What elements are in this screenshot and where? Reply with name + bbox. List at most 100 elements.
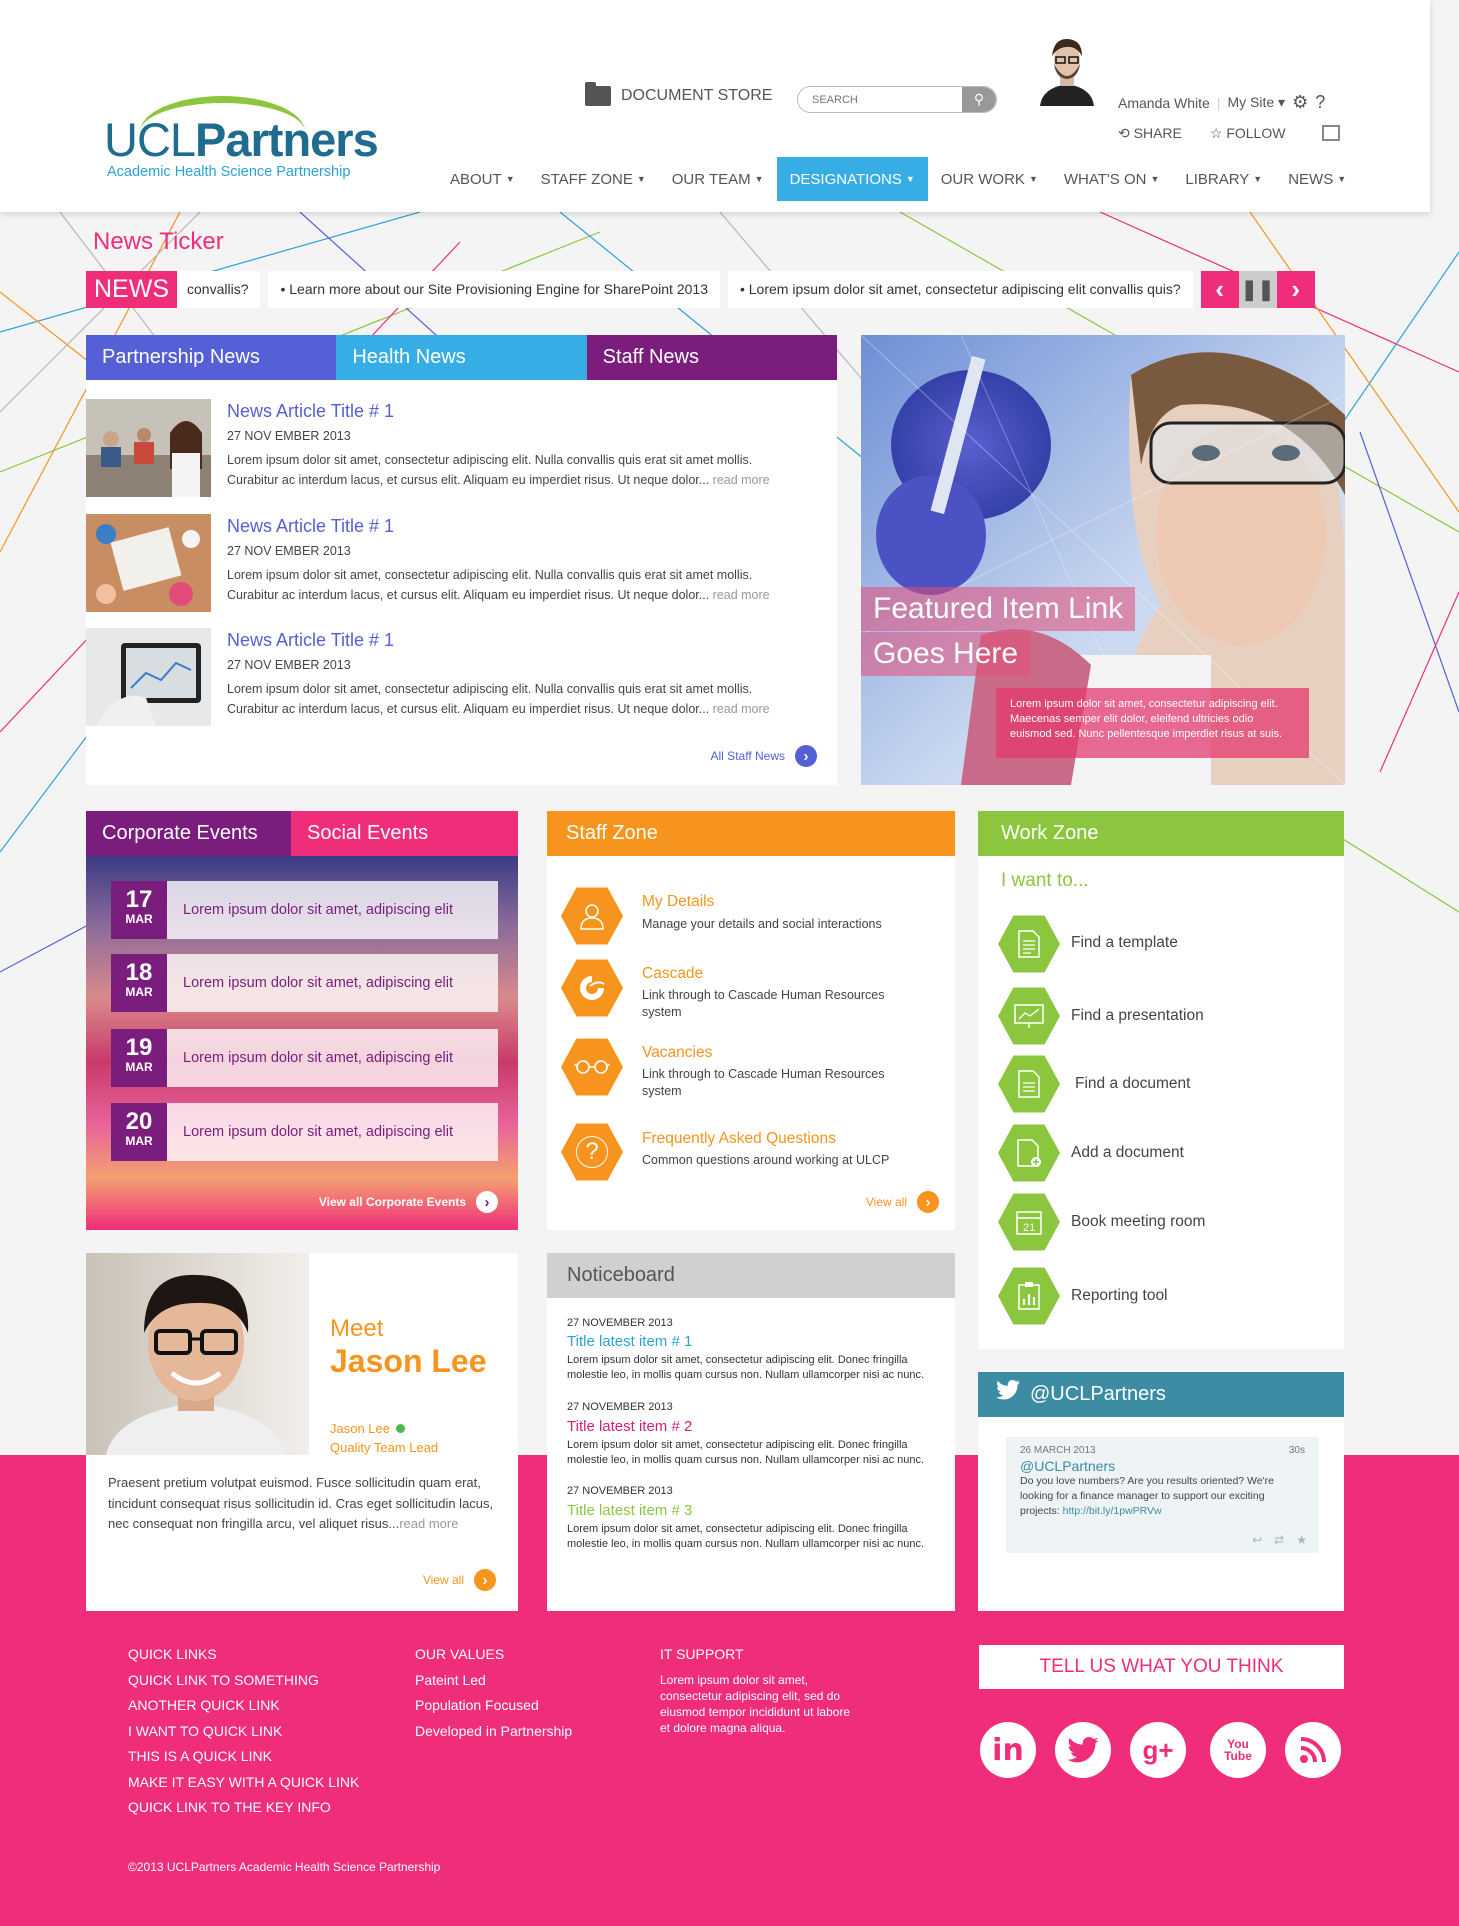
nav-item-about[interactable]: ABOUT ▼ <box>437 157 528 201</box>
ticker-item[interactable]: • Lorem ipsum dolor sit amet, consectetu… <box>727 271 1193 308</box>
news-ticker-title: News Ticker <box>93 228 224 255</box>
notice-title[interactable]: Title latest item # 3 <box>567 1502 692 1519</box>
search-input[interactable] <box>798 87 958 112</box>
my-site-dropdown[interactable]: My Site ▾ <box>1227 94 1285 111</box>
footer-link[interactable]: THIS IS A QUICK LINK <box>128 1744 359 1770</box>
nav-item-our-team[interactable]: OUR TEAM ▼ <box>659 157 777 201</box>
staff-link-title[interactable]: Frequently Asked Questions <box>642 1130 836 1148</box>
gear-icon[interactable]: ⚙ <box>1292 92 1308 113</box>
nav-item-designations[interactable]: DESIGNATIONS ▼ <box>776 157 928 201</box>
article-title[interactable]: News Article Title # 1 <box>227 516 394 537</box>
meet-person[interactable]: Jason Lee <box>330 1421 405 1436</box>
event-item[interactable]: 19 MAR Lorem ipsum dolor sit amet, adipis… <box>111 1029 498 1087</box>
footer-link[interactable]: Population Focused <box>415 1693 572 1719</box>
nav-item-staff-zone[interactable]: STAFF ZONE ▼ <box>528 157 659 201</box>
tab-corporate-events[interactable]: Corporate Events <box>86 811 291 856</box>
staff-link-title[interactable]: Cascade <box>642 965 703 983</box>
article-title[interactable]: News Article Title # 1 <box>227 401 394 422</box>
work-link[interactable]: Reporting tool <box>1071 1287 1168 1305</box>
follow-button[interactable]: ☆ FOLLOW <box>1210 125 1286 142</box>
reply-icon[interactable]: ↩ <box>1252 1533 1262 1547</box>
footer-link[interactable]: Pateint Led <box>415 1668 572 1694</box>
profile-photo[interactable] <box>86 1253 309 1455</box>
search-button[interactable]: ⚲ <box>962 87 996 112</box>
tab-staff-news[interactable]: Staff News <box>586 335 837 380</box>
article-image[interactable] <box>86 628 211 726</box>
tab-social-events[interactable]: Social Events <box>291 811 518 856</box>
all-staff-news-link[interactable]: All Staff News › <box>711 745 817 767</box>
nav-item-our-work[interactable]: OUR WORK ▼ <box>928 157 1051 201</box>
linkedin-icon[interactable]: in <box>980 1722 1036 1778</box>
read-more-link[interactable]: read more <box>713 473 770 487</box>
work-link[interactable]: Find a template <box>1071 934 1178 952</box>
document-store-link[interactable]: DOCUMENT STORE <box>585 82 772 106</box>
feedback-button[interactable]: TELL US WHAT YOU THINK <box>979 1645 1344 1689</box>
footer-link[interactable]: I WANT TO QUICK LINK <box>128 1719 359 1745</box>
work-link[interactable]: Book meeting room <box>1071 1213 1205 1231</box>
rss-icon[interactable] <box>1285 1722 1341 1778</box>
ticker-item[interactable]: convallis? <box>177 271 261 308</box>
footer-link[interactable]: MAKE IT EASY WITH A QUICK LINK <box>128 1770 359 1796</box>
footer-link[interactable]: QUICK LINK TO SOMETHING <box>128 1668 359 1694</box>
work-link[interactable]: Add a document <box>1071 1144 1184 1162</box>
twitter-title[interactable]: @UCLPartners <box>1030 1372 1166 1417</box>
question-icon[interactable]: ? <box>561 1123 623 1181</box>
user-avatar[interactable] <box>1030 32 1104 106</box>
staff-link-title[interactable]: My Details <box>642 893 714 911</box>
user-icon[interactable] <box>561 887 623 945</box>
twitter-icon[interactable] <box>1055 1722 1111 1778</box>
nav-item-news[interactable]: NEWS ▼ <box>1275 157 1359 201</box>
ticker-next-button[interactable]: › <box>1276 271 1315 308</box>
notice-title[interactable]: Title latest item # 1 <box>567 1333 692 1350</box>
article-image[interactable] <box>86 514 211 612</box>
news-article: News Article Title # 1 27 NOV EMBER 2013… <box>86 399 837 499</box>
calendar-icon[interactable]: 21 <box>998 1193 1060 1251</box>
work-link[interactable]: Find a document <box>1075 1075 1190 1093</box>
staff-link-title[interactable]: Vacancies <box>642 1044 712 1062</box>
focus-content-icon[interactable] <box>1322 125 1340 141</box>
tab-health-news[interactable]: Health News <box>336 335 587 380</box>
tab-partnership-news[interactable]: Partnership News <box>86 335 337 380</box>
glasses-icon[interactable] <box>561 1038 623 1096</box>
report-icon[interactable] <box>998 1267 1060 1325</box>
read-more-link[interactable]: read more <box>713 702 770 716</box>
template-icon[interactable] <box>998 915 1060 973</box>
share-button[interactable]: ⟲ SHARE <box>1118 125 1182 142</box>
retweet-icon[interactable]: ⇄ <box>1274 1533 1284 1547</box>
ticker-pause-button[interactable]: ❚❚ <box>1238 271 1277 308</box>
notice-title[interactable]: Title latest item # 2 <box>567 1418 692 1435</box>
featured-title-line1[interactable]: Featured Item Link <box>861 587 1136 631</box>
article-title[interactable]: News Article Title # 1 <box>227 630 394 651</box>
event-item[interactable]: 20 MAR Lorem ipsum dolor sit amet, adipis… <box>111 1103 498 1161</box>
footer-link[interactable]: Developed in Partnership <box>415 1719 572 1745</box>
view-all-events-link[interactable]: View all Corporate Events › <box>319 1191 498 1213</box>
site-logo[interactable]: UCLPartners <box>104 112 379 167</box>
view-all-people-link[interactable]: View all › <box>423 1569 496 1591</box>
work-link[interactable]: Find a presentation <box>1071 1007 1204 1025</box>
ticker-prev-button[interactable]: ‹ <box>1200 271 1239 308</box>
event-item[interactable]: 18 MAR Lorem ipsum dolor sit amet, adipis… <box>111 954 498 1012</box>
read-more-link[interactable]: read more <box>713 588 770 602</box>
document-icon[interactable] <box>998 1055 1060 1113</box>
youtube-icon[interactable]: You Tube <box>1210 1722 1266 1778</box>
googleplus-icon[interactable]: g+ <box>1130 1722 1186 1778</box>
footer-link[interactable]: QUICK LINK TO THE KEY INFO <box>128 1795 359 1821</box>
add-document-icon[interactable] <box>998 1124 1060 1182</box>
article-image[interactable] <box>86 399 211 497</box>
nav-item-library[interactable]: LIBRARY ▼ <box>1172 157 1275 201</box>
read-more-link[interactable]: read more <box>399 1516 458 1531</box>
ticker-item[interactable]: • Learn more about our Site Provisioning… <box>268 271 720 308</box>
user-name[interactable]: Amanda White <box>1118 95 1210 111</box>
help-icon[interactable]: ? <box>1315 92 1325 113</box>
tweet-handle[interactable]: @UCLPartners <box>1020 1458 1305 1474</box>
presentation-icon[interactable] <box>998 987 1060 1045</box>
tweet-card[interactable]: 26 MARCH 2013 30s @UCLPartners Do you lov… <box>1006 1437 1319 1553</box>
favorite-icon[interactable]: ★ <box>1296 1533 1307 1547</box>
nav-item-whats-on[interactable]: WHAT'S ON ▼ <box>1051 157 1173 201</box>
view-all-staff-link[interactable]: View all › <box>866 1191 939 1213</box>
footer-link[interactable]: ANOTHER QUICK LINK <box>128 1693 359 1719</box>
tweet-link[interactable]: http://bit.ly/1pwPRVw <box>1063 1505 1162 1517</box>
event-item[interactable]: 17 MAR Lorem ipsum dolor sit amet, adipis… <box>111 881 498 939</box>
cascade-icon[interactable] <box>561 959 623 1017</box>
featured-title-line2[interactable]: Goes Here <box>861 632 1031 676</box>
